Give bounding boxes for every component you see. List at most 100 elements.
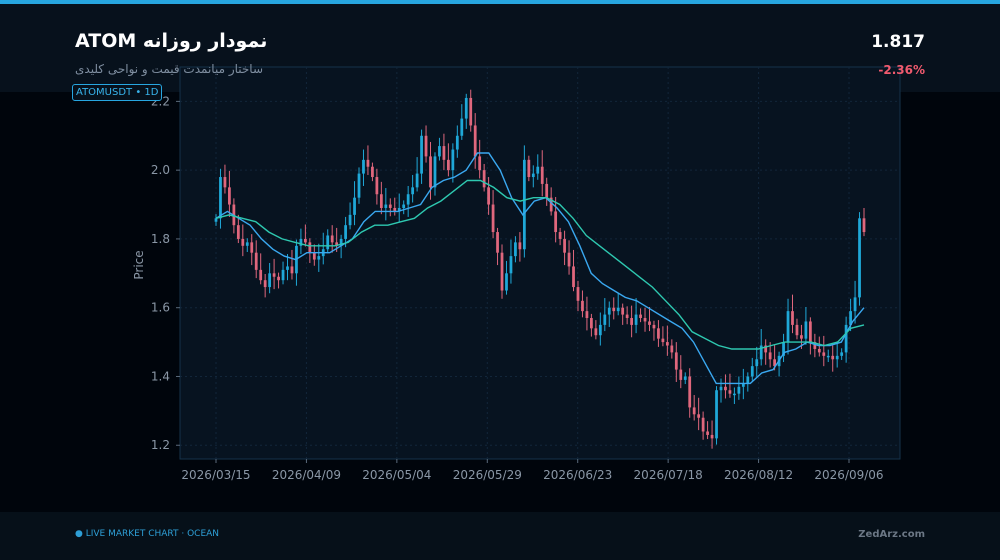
candle-body <box>353 197 356 215</box>
x-tick-label: 2026/09/06 <box>814 468 883 482</box>
candle-body <box>567 252 571 267</box>
candle-body <box>616 307 620 312</box>
candle-body <box>362 159 365 174</box>
candle-body <box>464 97 468 119</box>
candle-body <box>420 135 423 174</box>
candle-body <box>491 204 495 233</box>
candle-body <box>281 269 285 281</box>
candle-body <box>245 242 249 246</box>
candle-body <box>621 307 625 315</box>
candle-body <box>706 431 709 435</box>
candle-body <box>473 125 477 157</box>
candle-body <box>683 376 687 380</box>
x-tick-label: 2026/06/23 <box>543 468 612 482</box>
candle-body <box>750 366 754 377</box>
candle-body <box>558 232 562 239</box>
candle-body <box>522 159 526 250</box>
candle-body <box>236 225 240 239</box>
candle-body <box>639 314 642 319</box>
candle-body <box>768 352 772 360</box>
candle-body <box>576 287 580 301</box>
candle-body <box>531 173 535 178</box>
candle-body <box>384 204 388 208</box>
candle-body <box>482 170 486 188</box>
candle-body <box>375 177 379 195</box>
candle-body <box>652 324 656 329</box>
candle-body <box>844 324 848 353</box>
y-tick-label: 1.2 <box>151 438 170 452</box>
page-subtitle: ساختار میانمدت قیمت و نواحی کلیدی <box>75 62 264 76</box>
candle-body <box>840 352 844 356</box>
candle-body <box>581 300 584 312</box>
candle-body <box>411 187 415 195</box>
candle-body <box>263 280 267 288</box>
candle-body <box>455 135 459 150</box>
candle-body <box>661 338 665 343</box>
brand-link[interactable]: ZedArz.com <box>858 529 925 540</box>
candle-body <box>598 324 602 336</box>
candle-body <box>862 218 866 233</box>
candle-body <box>733 393 736 396</box>
candle-body <box>701 417 705 432</box>
symbol-timeframe-tag[interactable]: ATOMUSDT • 1D <box>72 84 163 101</box>
x-tick-label: 2026/08/12 <box>724 468 793 482</box>
candle-body <box>737 386 741 394</box>
candle-body <box>791 311 794 325</box>
candle-body <box>612 307 616 312</box>
candle-body <box>545 183 549 198</box>
candle-body <box>290 266 294 274</box>
candle-body <box>509 256 513 274</box>
candle-body <box>348 214 352 226</box>
candle-body <box>572 266 575 288</box>
candle-body <box>447 159 450 171</box>
candle-body <box>590 318 593 329</box>
candle-body <box>625 314 629 319</box>
candle-body <box>719 386 723 391</box>
candle-body <box>379 194 383 208</box>
candle-body <box>540 166 544 184</box>
candle-body <box>858 218 861 298</box>
candle-body <box>746 376 750 384</box>
candle-body <box>715 390 718 439</box>
y-tick-label: 1.6 <box>151 301 170 315</box>
x-tick-label: 2026/07/18 <box>634 468 703 482</box>
candle-body <box>563 238 566 253</box>
candle-body <box>835 355 839 360</box>
candle-body <box>402 204 406 208</box>
candle-body <box>607 307 611 315</box>
candle-body <box>665 342 669 346</box>
candle-body <box>822 352 826 356</box>
candle-body <box>424 135 428 157</box>
candle-body <box>406 194 410 205</box>
candle-body <box>272 273 276 277</box>
candle-body <box>657 328 660 339</box>
candle-body <box>643 318 647 322</box>
live-status: ● LIVE MARKET CHART · OCEAN <box>75 529 220 539</box>
candle-body <box>518 242 522 250</box>
candle-body <box>603 314 607 325</box>
y-tick-label: 2.0 <box>151 163 170 177</box>
y-tick-label: 1.4 <box>151 369 170 383</box>
candle-body <box>277 276 280 281</box>
candle-body <box>804 321 808 339</box>
candle-body <box>594 328 598 336</box>
candle-body <box>268 273 272 288</box>
candle-body <box>536 166 540 174</box>
candle-body <box>357 173 361 198</box>
candle-body <box>478 156 482 171</box>
price-change-badge: -2.36% <box>878 63 925 77</box>
candle-body <box>254 252 258 270</box>
candle-body <box>250 242 254 253</box>
candle-body <box>317 256 321 260</box>
candle-body <box>853 297 857 312</box>
candle-body <box>429 156 432 188</box>
candle-body <box>514 242 517 257</box>
candle-body <box>710 434 714 439</box>
candle-body <box>688 376 692 408</box>
candle-body <box>817 348 821 353</box>
candle-body <box>585 311 589 319</box>
candle-body <box>214 218 218 222</box>
candle-body <box>326 235 330 250</box>
candle-body <box>554 211 558 233</box>
candle-body <box>469 97 473 126</box>
